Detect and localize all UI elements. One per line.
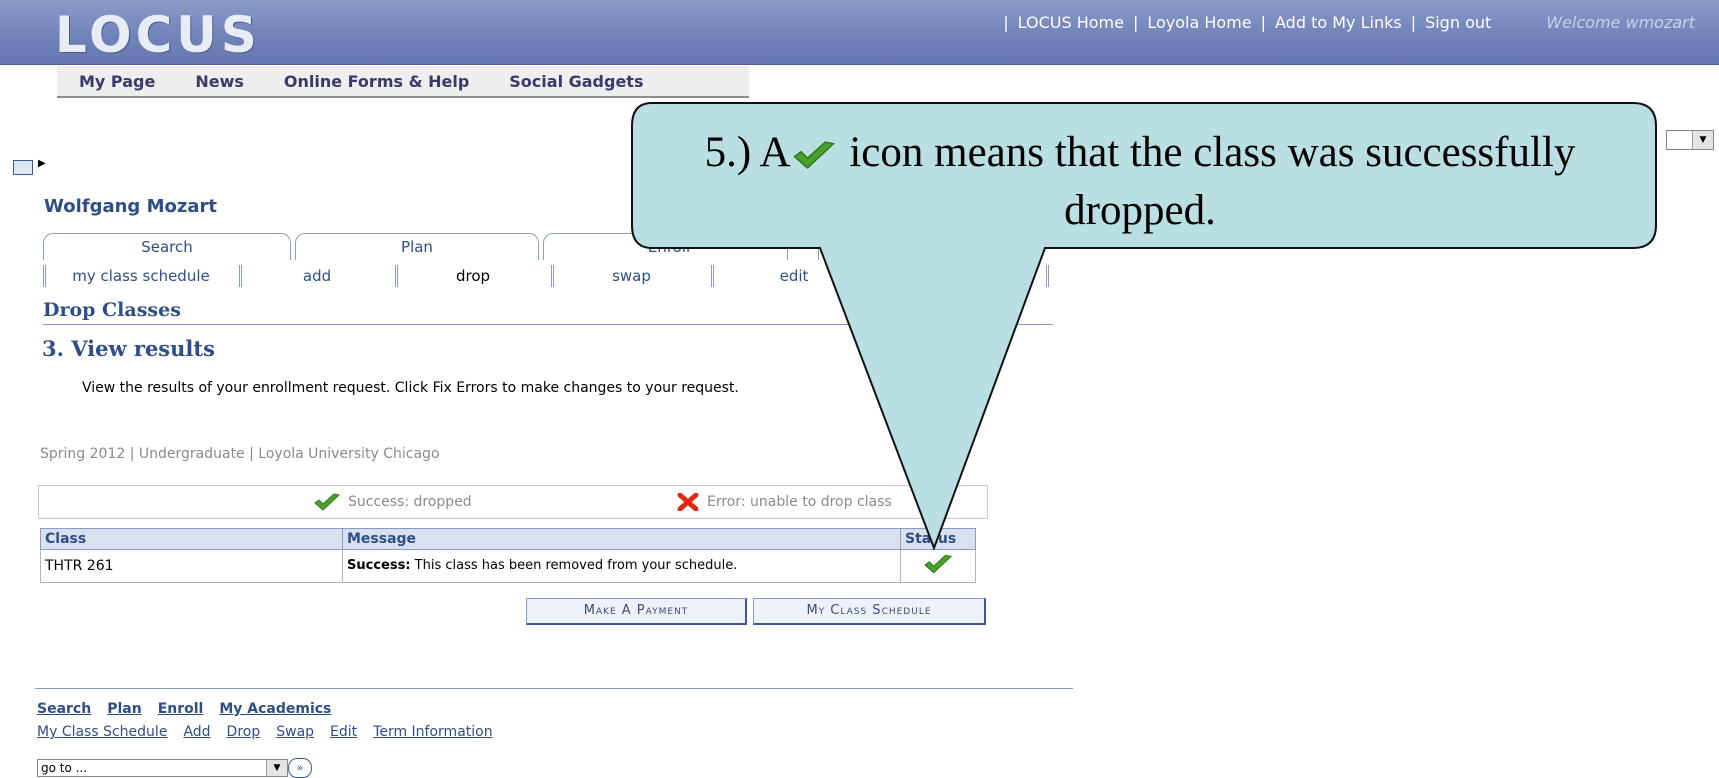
success-check-icon <box>792 141 835 170</box>
callout-text: 5.) A icon means that the class was succ… <box>640 124 1640 240</box>
tutorial-callout <box>631 102 1657 551</box>
callout-prefix: 5.) A <box>704 129 791 176</box>
callout-suffix: icon means that the class was successful… <box>838 129 1576 234</box>
